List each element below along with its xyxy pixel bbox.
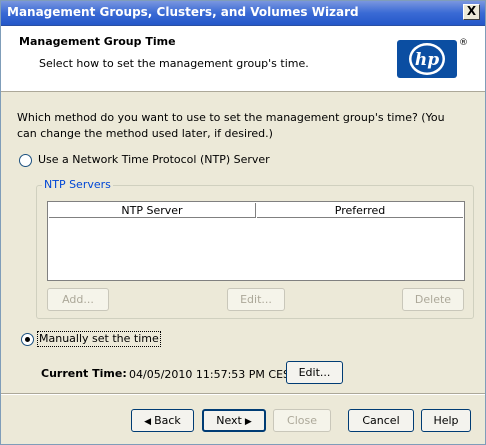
close-window-button[interactable]: X xyxy=(463,4,480,20)
ntp-servers-legend: NTP Servers xyxy=(42,178,113,191)
ntp-radio[interactable] xyxy=(19,154,32,167)
manual-time-radio[interactable] xyxy=(21,333,34,346)
next-button[interactable]: Next xyxy=(202,409,266,432)
footer-divider-highlight xyxy=(1,394,485,395)
window-title: Management Groups, Clusters, and Volumes… xyxy=(7,5,359,19)
back-button[interactable]: Back xyxy=(131,409,194,432)
back-arrow-icon xyxy=(144,414,154,427)
page-title: Management Group Time xyxy=(19,35,176,48)
delete-ntp-button[interactable]: Delete xyxy=(402,288,464,311)
back-button-label: Back xyxy=(154,414,181,427)
current-time-label: Current Time: xyxy=(41,367,127,380)
hp-logo: hp xyxy=(397,40,457,78)
ntp-servers-table[interactable]: NTP Server Preferred xyxy=(47,201,465,281)
help-button[interactable]: Help xyxy=(421,409,471,432)
manual-time-radio-label[interactable]: Manually set the time xyxy=(37,331,161,347)
cancel-button[interactable]: Cancel xyxy=(348,409,414,432)
hp-logo-text: hp xyxy=(415,50,439,70)
column-header-preferred[interactable]: Preferred xyxy=(257,203,463,218)
wizard-header: Management Group Time Select how to set … xyxy=(1,26,485,92)
registered-mark: ® xyxy=(459,38,468,48)
method-question: Which method do you want to use to set t… xyxy=(17,111,445,140)
next-button-label: Next xyxy=(216,414,242,427)
title-bar: Management Groups, Clusters, and Volumes… xyxy=(1,1,485,26)
ntp-radio-label[interactable]: Use a Network Time Protocol (NTP) Server xyxy=(38,153,270,166)
close-icon: X xyxy=(466,4,477,18)
page-subtitle: Select how to set the management group's… xyxy=(39,57,309,70)
current-time-value: 04/05/2010 11:57:53 PM CEST xyxy=(129,368,297,381)
column-header-ntp-server[interactable]: NTP Server xyxy=(49,203,256,218)
add-ntp-button[interactable]: Add... xyxy=(47,288,109,311)
edit-ntp-button[interactable]: Edit... xyxy=(227,288,285,311)
close-button[interactable]: Close xyxy=(273,409,331,432)
wizard-window: Management Groups, Clusters, and Volumes… xyxy=(0,0,486,445)
next-arrow-icon xyxy=(242,414,252,427)
edit-time-button[interactable]: Edit... xyxy=(286,361,343,384)
